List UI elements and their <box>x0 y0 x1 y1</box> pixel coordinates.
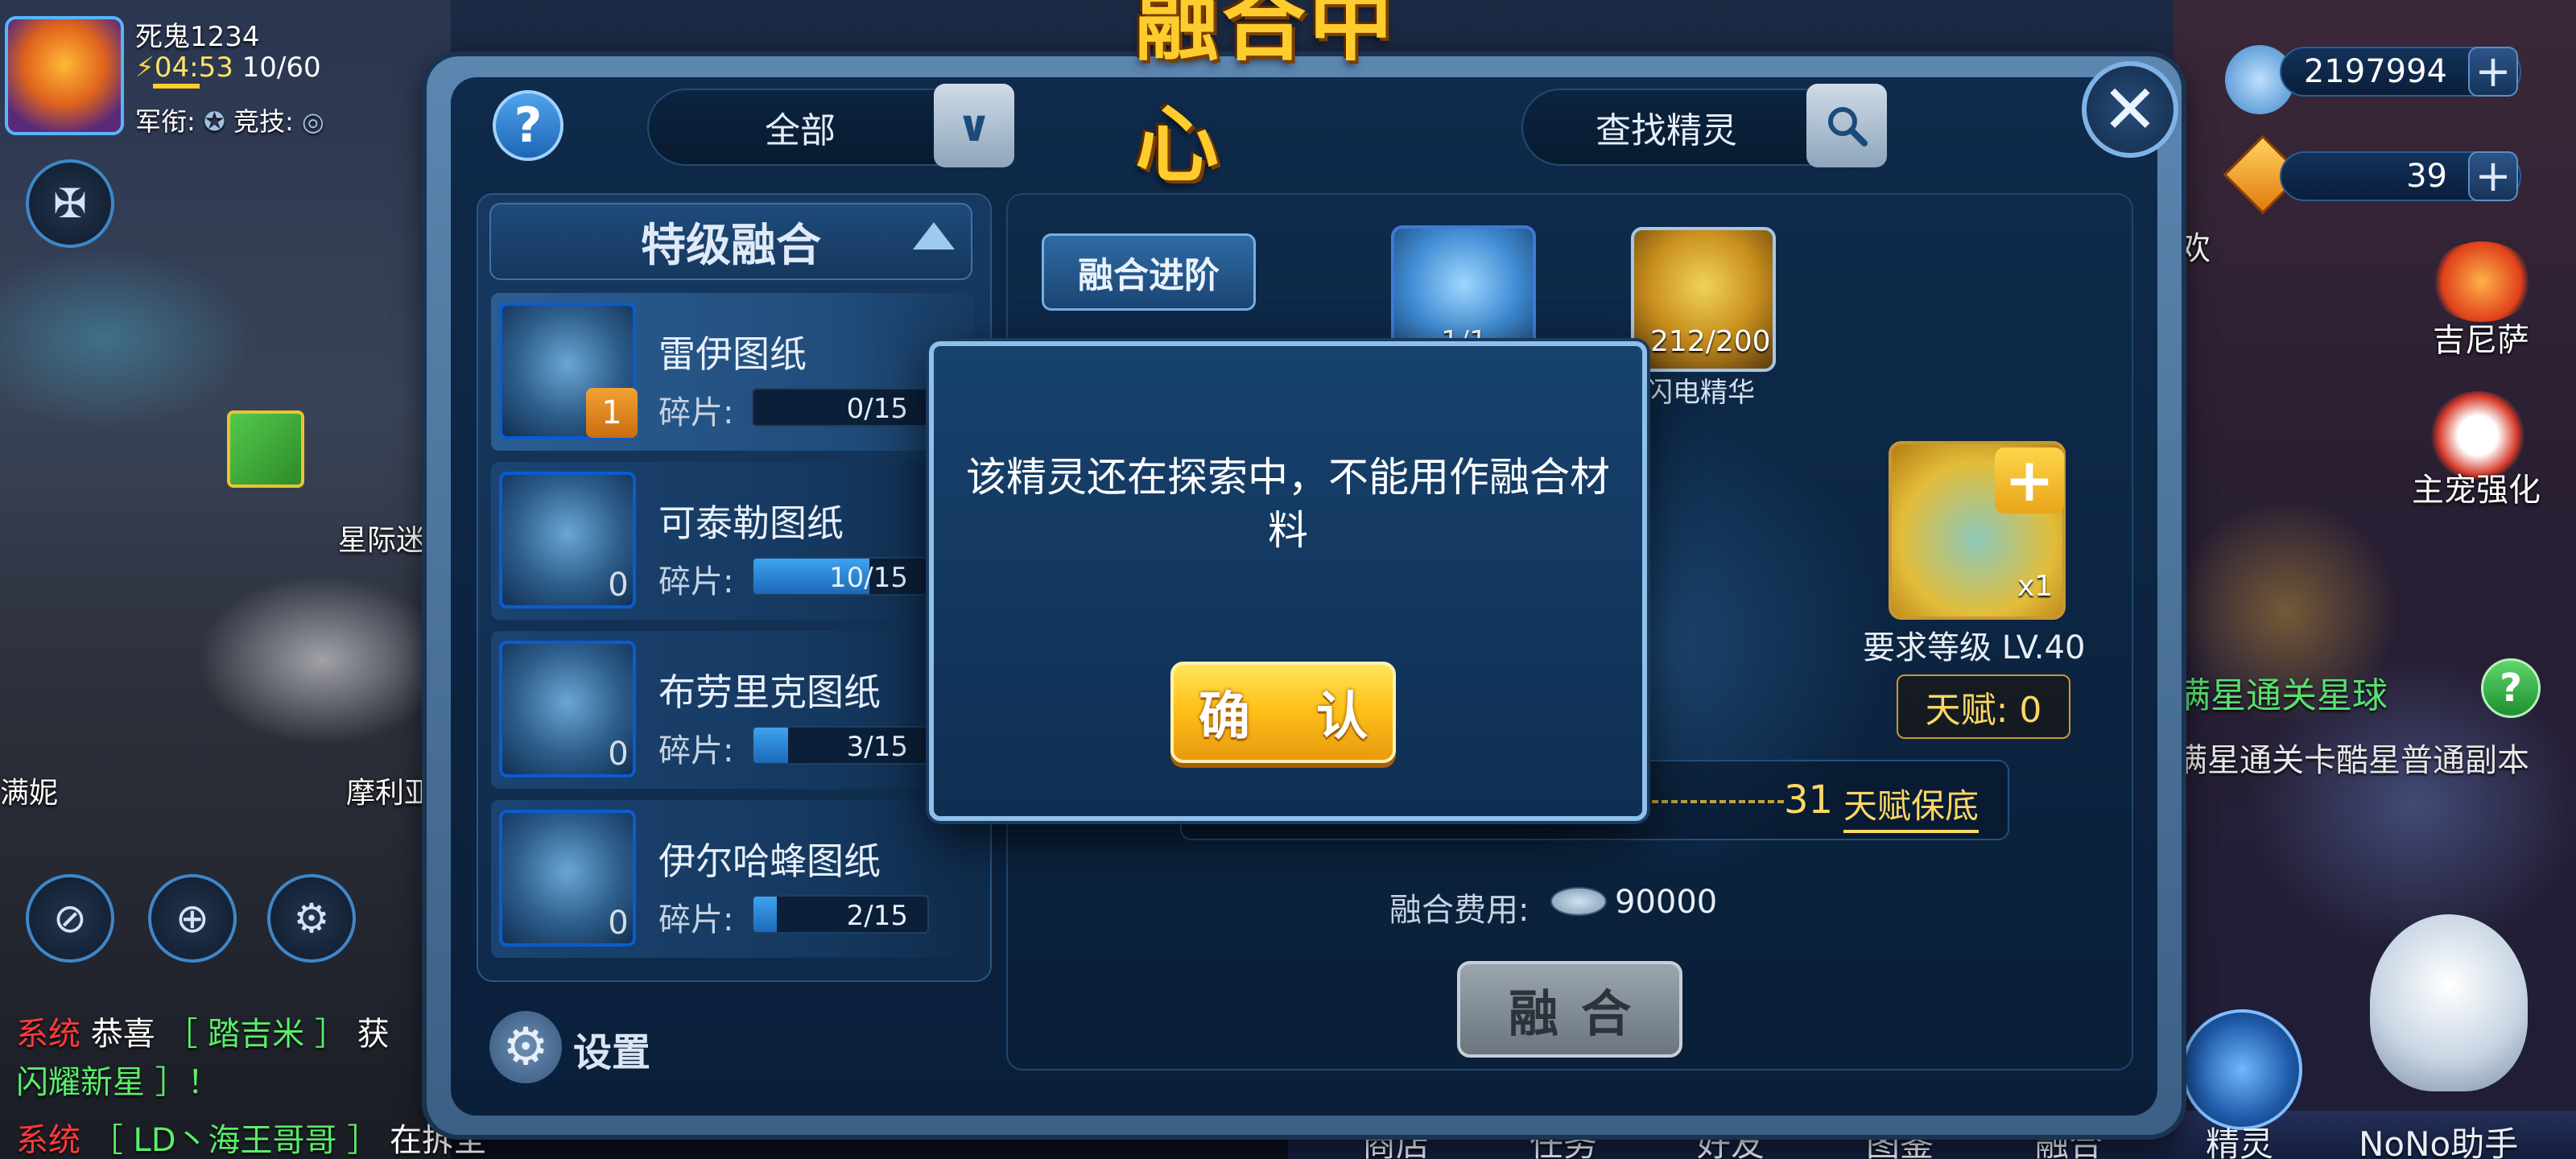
nav-spirits[interactable]: 精灵 <box>2206 1117 2273 1159</box>
player-name: 死鬼1234 <box>135 21 260 53</box>
player-avatar[interactable] <box>5 16 124 135</box>
fragment-label: 碎片: <box>658 901 734 938</box>
gift-box-icon[interactable] <box>227 410 304 488</box>
talent-guarantee-link[interactable]: 天赋保底 <box>1843 779 1979 833</box>
add-coins-button[interactable]: + <box>2468 47 2518 97</box>
required-level: 要求等级 LV.40 <box>1863 629 2086 666</box>
fragment-bar: 0/15 <box>752 388 929 427</box>
target-count: x1 <box>2017 570 2054 603</box>
scene-label-manni[interactable]: 满妮 <box>0 769 58 811</box>
add-target-button[interactable]: + <box>1995 448 2064 514</box>
quest-help-icon[interactable]: ? <box>2481 658 2541 718</box>
energy-time: 04:53 <box>154 52 233 84</box>
category-header[interactable]: 特级融合 <box>489 203 972 280</box>
fragment-label: 碎片: <box>658 394 734 431</box>
cost-label: 融合费用: <box>1389 892 1530 929</box>
rank-badge-icon: ✪ <box>203 106 225 137</box>
item-count-badge: 0 <box>608 905 629 942</box>
talent-value: 天赋: 0 <box>1897 674 2070 739</box>
energy-value: 10/60 <box>242 52 321 84</box>
chat-line-3: 系统 ［ LD丶海王哥哥 ］ 在拆圣 <box>16 1114 486 1159</box>
recipe-name: 布劳里克图纸 <box>658 670 881 714</box>
search-icon[interactable] <box>1806 84 1887 167</box>
chat-line-2: 闪耀新星 ］！ <box>16 1056 220 1103</box>
spirit-nav-icon[interactable] <box>2182 1009 2302 1130</box>
chevron-down-icon[interactable]: ∨ <box>934 84 1014 167</box>
chat-item-name[interactable]: 闪耀新星 ］！ <box>16 1064 220 1101</box>
fragment-progress: 3/15 <box>846 731 908 763</box>
rank-row: 军衔: ✪ 竞技: ◎ <box>135 101 324 138</box>
fragment-label: 碎片: <box>658 732 734 769</box>
side-menu-pet-upgrade[interactable]: 主宠强化 <box>2412 464 2541 510</box>
fragment-progress: 2/15 <box>846 900 908 932</box>
add-diamonds-button[interactable]: + <box>2468 151 2518 201</box>
chat-line-1: 系统 恭喜 ［ 踏吉米 ］ 获 <box>16 1008 390 1054</box>
item-count-badge: 1 <box>586 388 638 438</box>
material-count: 212/200 <box>1650 325 1771 358</box>
hide-eye-icon[interactable]: ⊘ <box>26 874 114 963</box>
fragment-bar: 10/15 <box>752 557 929 596</box>
fragment-label: 碎片: <box>658 563 734 600</box>
cost-value: 90000 <box>1615 884 1718 921</box>
energy-readout: ⚡04:53 10/60 <box>135 52 321 84</box>
panel-title: 融合中心 <box>1135 0 1397 194</box>
fuse-button[interactable]: 融合 <box>1457 961 1682 1058</box>
side-menu-jinisa[interactable]: 吉尼萨 <box>2433 314 2529 361</box>
search-placeholder: 查找精灵 <box>1596 110 1737 151</box>
fragment-bar: 3/15 <box>752 726 929 765</box>
gear-settings-icon[interactable]: ⚙ <box>267 874 356 963</box>
layout-grid-icon[interactable]: ⊕ <box>148 874 237 963</box>
nav-nono-helper[interactable]: NoNo助手 <box>2359 1117 2518 1159</box>
fragment-bar: 2/15 <box>752 895 929 934</box>
quest-title[interactable]: 满星通关星球 <box>2175 666 2388 718</box>
talent-guarantee-number: 31 <box>1784 777 1834 823</box>
collapse-arrow-icon[interactable] <box>913 222 955 250</box>
help-button[interactable]: ? <box>493 90 564 161</box>
item-count-badge: 0 <box>608 736 629 773</box>
recipe-name: 雷伊图纸 <box>658 332 807 376</box>
side-partial-text: 欢 <box>2178 230 2211 267</box>
recipe-name: 伊尔哈蜂图纸 <box>658 839 881 883</box>
flame-creature-icon[interactable] <box>2429 241 2534 322</box>
chat-suffix: 获 <box>357 1016 390 1053</box>
settings-button[interactable]: 设置 <box>573 1021 650 1077</box>
dialog-message: 该精灵还在探索中，不能用作融合材料 <box>966 454 1610 554</box>
quest-description: 满星通关卡酷星普通副本 <box>2175 742 2529 779</box>
fragment-progress: 10/15 <box>829 562 908 594</box>
arena-badge-icon: ◎ <box>301 106 324 137</box>
fragment-progress: 0/15 <box>846 393 908 425</box>
fusion-advance-button[interactable]: 融合进阶 <box>1042 233 1256 311</box>
close-button[interactable]: ✕ <box>2082 61 2178 158</box>
scene-label-moria[interactable]: 摩利亚 <box>346 769 433 811</box>
chat-player-name[interactable]: ［ 踏吉米 ］ <box>165 1016 346 1053</box>
progress-line <box>1642 800 1784 803</box>
chat-tag: 系统 <box>16 1016 80 1053</box>
wings-badge-icon[interactable]: ✠ <box>26 159 114 248</box>
nono-robot-icon[interactable] <box>2370 914 2528 1091</box>
item-count-badge: 0 <box>608 567 629 604</box>
arena-label: 竞技: <box>233 106 294 137</box>
chat-player-name[interactable]: ［ LD丶海王哥哥 ］ <box>91 1122 380 1159</box>
scene-label-star[interactable]: 星际迷 <box>338 517 425 559</box>
lightning-icon: ⚡ <box>135 52 155 84</box>
energy-bar <box>153 84 200 89</box>
saucer-coin-icon <box>1550 887 1607 916</box>
recipe-name: 可泰勒图纸 <box>658 501 844 545</box>
rank-label: 军衔: <box>135 106 196 137</box>
chat-tag: 系统 <box>16 1122 80 1159</box>
filter-value: 全部 <box>765 110 836 151</box>
settings-gear-icon[interactable]: ⚙ <box>489 1011 562 1083</box>
material-label: 闪电精华 <box>1645 377 1755 409</box>
confirm-button[interactable]: 确 认 <box>1170 662 1396 763</box>
chat-text: 恭喜 <box>90 1016 155 1053</box>
